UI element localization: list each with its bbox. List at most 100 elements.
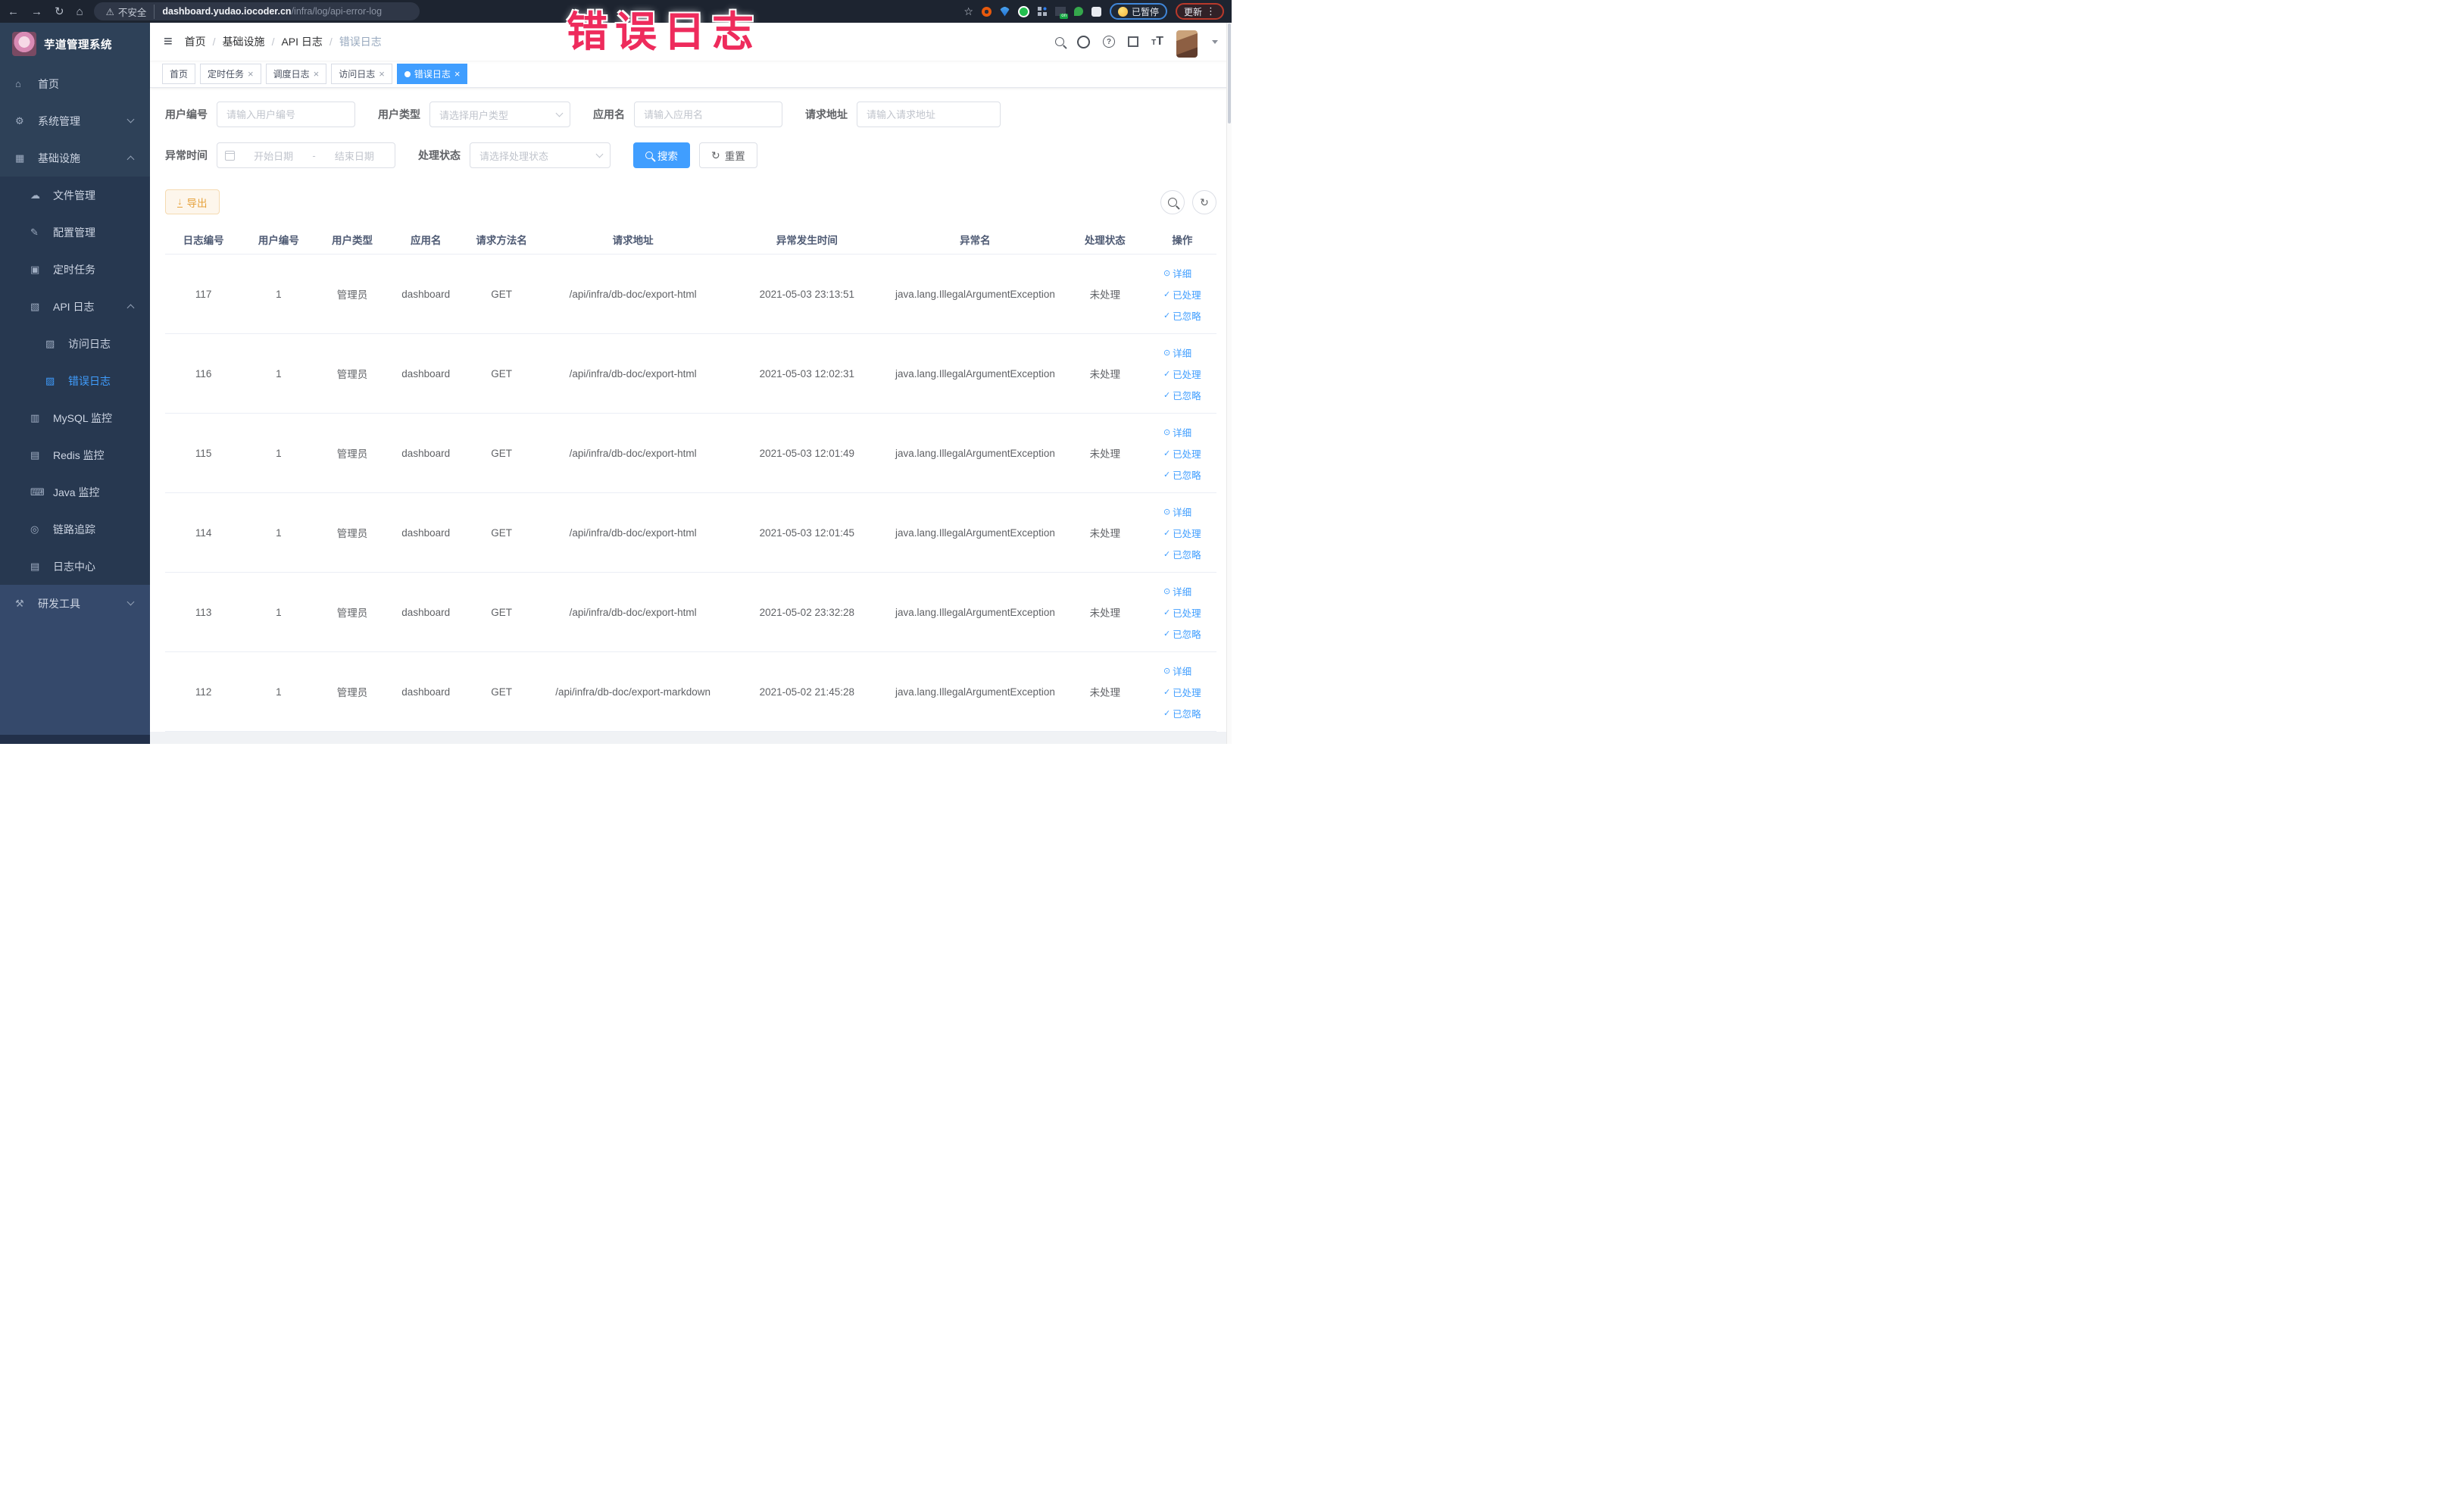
tag-首页[interactable]: 首页 <box>162 64 196 84</box>
sidebar-item-首页[interactable]: ⌂ 首页 <box>0 65 150 102</box>
sidebar-item-链路追踪[interactable]: ◎ 链路追踪 <box>0 511 150 548</box>
sidebar-item-Redis 监控[interactable]: ▤ Redis 监控 <box>0 436 150 473</box>
close-icon[interactable]: × <box>454 68 461 80</box>
sidebar-item-错误日志[interactable]: ▨ 错误日志 <box>0 362 150 399</box>
tag-错误日志[interactable]: 错误日志 × <box>396 64 468 84</box>
sidebar-item-Java 监控[interactable]: ⌨ Java 监控 <box>0 473 150 511</box>
sidebar-item-系统管理[interactable]: ⚙ 系统管理 <box>0 102 150 139</box>
action-已处理[interactable]: ✓ 已处理 <box>1163 526 1201 540</box>
user-avatar[interactable] <box>1176 30 1198 58</box>
browser-toolbar: ← → ↻ ⌂ ⚠ 不安全 dashboard.yudao.iocoder.cn… <box>0 0 1232 23</box>
cell-error-time: 2021-05-03 23:13:51 <box>759 288 854 300</box>
cell-user-id: 1 <box>276 686 282 698</box>
cell-log-id: 115 <box>195 447 212 459</box>
action-已处理[interactable]: ✓ 已处理 <box>1163 367 1201 381</box>
action-详细[interactable]: ⊙ 详细 <box>1163 664 1191 678</box>
check-icon: ✓ <box>1163 687 1171 697</box>
action-已忽略[interactable]: ✓ 已忽略 <box>1163 547 1201 561</box>
action-label: 已忽略 <box>1173 549 1201 561</box>
action-已忽略[interactable]: ✓ 已忽略 <box>1163 388 1201 402</box>
security-warning[interactable]: ⚠ 不安全 <box>106 4 155 19</box>
address-bar[interactable]: ⚠ 不安全 dashboard.yudao.iocoder.cn /infra/… <box>93 2 420 20</box>
update-button[interactable]: 更新 ⋮ <box>1175 3 1224 20</box>
table-row: 113 1 管理员 dashboard GET/api/infra/db-doc/exp… <box>165 573 1216 652</box>
tag-label: 调度日志 <box>273 69 310 80</box>
action-已忽略[interactable]: ✓ 已忽略 <box>1163 308 1201 323</box>
search-button[interactable]: 搜索 <box>633 142 690 168</box>
sidebar-collapse-icon[interactable]: ≡ <box>164 33 173 51</box>
table-row: 115 1 管理员 dashboard GET/api/infra/db-doc/exp… <box>165 414 1216 493</box>
browser-home-icon[interactable]: ⌂ <box>77 5 83 18</box>
browser-back-icon[interactable]: ← <box>8 5 19 18</box>
action-已忽略[interactable]: ✓ 已忽略 <box>1163 706 1201 720</box>
sidebar-item-访问日志[interactable]: ▨ 访问日志 <box>0 325 150 362</box>
browser-forward-icon[interactable]: → <box>31 5 42 18</box>
bookmark-star-icon[interactable]: ☆ <box>963 5 973 18</box>
export-button[interactable]: ↓ 导出 <box>165 189 220 214</box>
app-name-input[interactable] <box>634 102 782 127</box>
user-menu-caret-icon[interactable] <box>1212 39 1218 44</box>
extensions-puzzle-icon[interactable] <box>1091 6 1101 17</box>
tag-访问日志[interactable]: 访问日志 × <box>331 64 392 84</box>
sidebar-item-日志中心[interactable]: ▤ 日志中心 <box>0 548 150 585</box>
process-status-select[interactable]: 请选择处理状态 <box>470 142 611 168</box>
sidebar-item-API 日志[interactable]: ▧ API 日志 <box>0 288 150 325</box>
browser-reload-icon[interactable]: ↻ <box>55 5 64 18</box>
page-scrollbar[interactable] <box>1226 23 1232 744</box>
reset-button[interactable]: ↻ 重置 <box>699 142 757 168</box>
search-icon[interactable] <box>1055 37 1065 46</box>
action-已处理[interactable]: ✓ 已处理 <box>1163 605 1201 620</box>
cell-app-name: dashboard <box>401 686 451 698</box>
error-log-table: 日志编号 用户编号 用户类型 应用名 请求方法名 请求地址 异常发生时间 异常名 处理状态 操作 … <box>165 225 1216 732</box>
ext-switch-icon[interactable]: on <box>1054 7 1068 19</box>
sidebar-item-研发工具[interactable]: ⚒ 研发工具 <box>0 585 150 622</box>
app-logo[interactable]: 芋道管理系统 <box>0 23 150 65</box>
scrollbar-thumb[interactable] <box>1228 23 1231 123</box>
action-已处理[interactable]: ✓ 已处理 <box>1163 446 1201 461</box>
fullscreen-icon[interactable] <box>1128 36 1139 47</box>
chevron-up-icon <box>126 155 135 164</box>
close-icon[interactable]: × <box>379 68 385 80</box>
user-type-select[interactable]: 请选择用户类型 <box>429 102 570 127</box>
help-icon[interactable]: ? <box>1103 36 1116 48</box>
ext-orange-icon[interactable] <box>981 6 992 17</box>
action-已处理[interactable]: ✓ 已处理 <box>1163 287 1201 301</box>
sidebar-item-定时任务[interactable]: ▣ 定时任务 <box>0 251 150 288</box>
breadcrumb-item[interactable]: API 日志 <box>281 34 322 49</box>
ext-plant-icon[interactable] <box>1073 7 1083 16</box>
sidebar-item-文件管理[interactable]: ☁ 文件管理 <box>0 177 150 214</box>
toggle-search-button[interactable] <box>1160 189 1185 214</box>
action-已处理[interactable]: ✓ 已处理 <box>1163 685 1201 699</box>
action-已忽略[interactable]: ✓ 已忽略 <box>1163 467 1201 482</box>
column-header-request_url: 请求地址 <box>612 235 654 246</box>
refresh-button[interactable]: ↻ <box>1192 189 1216 214</box>
breadcrumb-item[interactable]: 首页 <box>185 34 206 49</box>
check-icon: ✓ <box>1163 470 1171 480</box>
browser-menu-icon[interactable]: ⋮ <box>1206 5 1216 17</box>
action-详细[interactable]: ⊙ 详细 <box>1163 505 1191 519</box>
font-size-icon[interactable]: TT <box>1151 35 1163 48</box>
close-icon[interactable]: × <box>248 68 254 80</box>
sidebar-item-MySQL 监控[interactable]: ▥ MySQL 监控 <box>0 399 150 436</box>
action-详细[interactable]: ⊙ 详细 <box>1163 266 1191 280</box>
tag-调度日志[interactable]: 调度日志 × <box>265 64 327 84</box>
action-详细[interactable]: ⊙ 详细 <box>1163 345 1191 360</box>
ext-shield-icon[interactable] <box>999 6 1010 17</box>
close-icon[interactable]: × <box>314 68 320 80</box>
error-time-range-picker[interactable]: 开始日期 - 结束日期 <box>217 142 395 168</box>
sidebar-item-配置管理[interactable]: ✎ 配置管理 <box>0 214 150 251</box>
ext-grid-icon[interactable] <box>1037 7 1047 16</box>
request-url-input[interactable] <box>857 102 1001 127</box>
action-已忽略[interactable]: ✓ 已忽略 <box>1163 626 1201 641</box>
sidebar-item-label: 定时任务 <box>53 263 95 276</box>
sidebar-item-基础设施[interactable]: ▦ 基础设施 <box>0 139 150 177</box>
paused-button[interactable]: 已暂停 <box>1109 3 1167 20</box>
tag-定时任务[interactable]: 定时任务 × <box>200 64 261 84</box>
breadcrumb-item[interactable]: 基础设施 <box>223 34 265 49</box>
ext-green-icon[interactable] <box>1017 5 1029 17</box>
action-详细[interactable]: ⊙ 详细 <box>1163 425 1191 439</box>
github-icon[interactable] <box>1077 35 1091 48</box>
sidebar-item-label: 首页 <box>38 77 59 90</box>
user-id-input[interactable] <box>217 102 355 127</box>
action-详细[interactable]: ⊙ 详细 <box>1163 584 1191 598</box>
